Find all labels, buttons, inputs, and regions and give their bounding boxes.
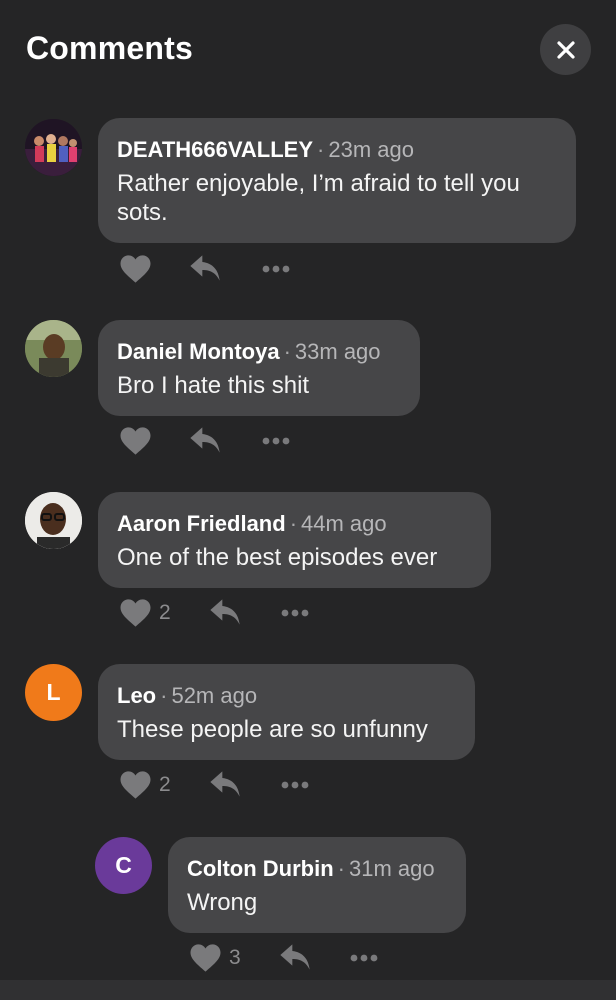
- comment-text: Wrong: [187, 889, 258, 916]
- reply-button[interactable]: [189, 254, 221, 282]
- comment-time: 33m ago: [294, 339, 381, 364]
- more-icon: [281, 781, 309, 789]
- comment-time: 31m ago: [348, 856, 435, 881]
- comment-bubble: Aaron Friedland · 44m ago One of the best …: [98, 492, 491, 588]
- comment-text: These people are so unfunny: [117, 716, 428, 743]
- avatar[interactable]: L: [25, 664, 82, 721]
- avatar-initial: L: [46, 679, 61, 705]
- reply-icon: [190, 255, 220, 281]
- comment-author[interactable]: Colton Durbin: [187, 856, 334, 881]
- comment-author[interactable]: Leo: [117, 683, 156, 708]
- more-icon: [262, 437, 290, 445]
- heart-icon: [190, 944, 221, 972]
- close-button[interactable]: [540, 24, 591, 75]
- comment-bubble: Colton Durbin · 31m ago Wrong: [168, 837, 466, 933]
- heart-icon: [120, 427, 151, 455]
- avatar[interactable]: [25, 320, 82, 377]
- like-count: 2: [159, 601, 171, 624]
- avatar-photo: [25, 119, 82, 176]
- avatar[interactable]: C: [95, 837, 152, 894]
- reply-icon: [210, 771, 240, 797]
- bottom-bar: [0, 980, 616, 1000]
- avatar-photo: [25, 492, 82, 549]
- more-icon: [350, 954, 378, 962]
- comment-actions: [119, 426, 319, 458]
- comment-bubble: Leo · 52m ago These people are so unfunny: [98, 664, 475, 760]
- comment-author[interactable]: Aaron Friedland: [117, 511, 286, 536]
- comment-author[interactable]: DEATH666VALLEY: [117, 137, 313, 162]
- avatar-photo: [25, 320, 82, 377]
- more-icon: [281, 609, 309, 617]
- like-button[interactable]: 3: [189, 943, 241, 973]
- comment-bubble: Daniel Montoya · 33m ago Bro I hate this s…: [98, 320, 420, 416]
- like-button[interactable]: 2: [119, 598, 171, 628]
- heart-icon: [120, 771, 151, 799]
- page-title: Comments: [26, 30, 193, 66]
- comment-actions: 2: [119, 770, 339, 802]
- heart-icon: [120, 599, 151, 627]
- comment-actions: 2: [119, 598, 339, 630]
- reply-button[interactable]: [209, 598, 241, 626]
- more-icon: [262, 265, 290, 273]
- like-button[interactable]: [119, 254, 152, 284]
- comment-author[interactable]: Daniel Montoya: [117, 339, 280, 364]
- more-button[interactable]: [280, 604, 310, 622]
- more-button[interactable]: [280, 776, 310, 794]
- heart-icon: [120, 255, 151, 283]
- avatar[interactable]: [25, 492, 82, 549]
- more-button[interactable]: [261, 432, 291, 450]
- avatar-initial: C: [115, 852, 132, 878]
- reply-button[interactable]: [209, 770, 241, 798]
- comment-time: 23m ago: [328, 137, 414, 162]
- more-button[interactable]: [261, 260, 291, 278]
- reply-button[interactable]: [189, 426, 221, 454]
- comment-actions: [119, 254, 319, 286]
- reply-icon: [280, 944, 310, 970]
- comment-text: Rather enjoyable, I’m afraid to tell you…: [117, 170, 520, 226]
- comment-text: One of the best episodes ever: [117, 544, 438, 571]
- comment-actions: 3: [189, 943, 409, 975]
- comment-text: Bro I hate this shit: [117, 372, 310, 399]
- more-button[interactable]: [349, 949, 379, 967]
- avatar[interactable]: [25, 119, 82, 176]
- comments-header: Comments: [0, 0, 616, 100]
- comment-time: 44m ago: [301, 511, 387, 536]
- reply-button[interactable]: [279, 943, 311, 971]
- reply-icon: [210, 599, 240, 625]
- like-button[interactable]: 2: [119, 770, 171, 800]
- comment-bubble: DEATH666VALLEY · 23m ago Rather enjoyable,…: [98, 118, 576, 243]
- like-count: 3: [229, 946, 241, 969]
- like-button[interactable]: [119, 426, 152, 456]
- reply-icon: [190, 427, 220, 453]
- like-count: 2: [159, 773, 171, 796]
- comment-time: 52m ago: [171, 683, 258, 708]
- close-icon: [556, 40, 575, 59]
